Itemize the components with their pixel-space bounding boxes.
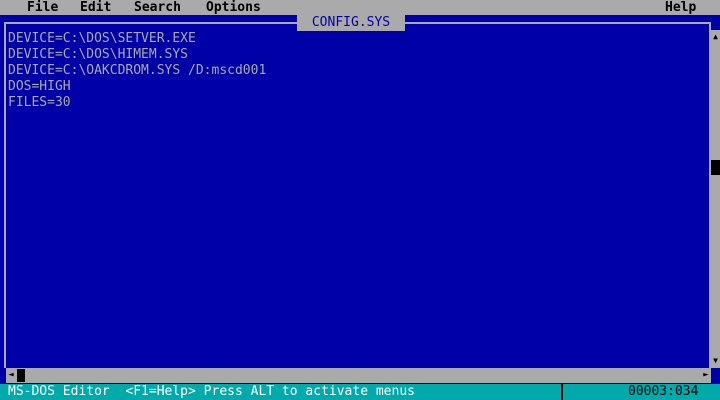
horizontal-scroll-thumb[interactable] bbox=[17, 369, 25, 382]
menu-search[interactable]: Search bbox=[134, 0, 181, 15]
status-divider bbox=[561, 384, 563, 400]
window-title: CONFIG.SYS bbox=[297, 15, 405, 31]
horizontal-scrollbar[interactable]: ◄ ► bbox=[6, 368, 711, 383]
text-line[interactable]: DEVICE=C:\DOS\HIMEM.SYS bbox=[8, 47, 188, 63]
menu-bar: File Edit Search Options Help bbox=[0, 0, 720, 15]
vertical-scrollbar[interactable]: ▲ ▼ bbox=[711, 30, 720, 368]
text-line[interactable]: DEVICE=C:\OAKCDROM.SYS /D:mscd001 bbox=[8, 63, 266, 79]
text-line[interactable]: FILES=30 bbox=[8, 95, 71, 111]
menu-help[interactable]: Help bbox=[665, 0, 696, 15]
cursor-position: 00003:034 bbox=[628, 384, 699, 399]
menu-edit[interactable]: Edit bbox=[80, 0, 111, 15]
arrow-left-icon[interactable]: ◄ bbox=[6, 368, 16, 383]
arrow-down-icon[interactable]: ▼ bbox=[711, 354, 720, 368]
text-line[interactable]: DEVICE=C:\DOS\SETVER.EXE bbox=[8, 31, 196, 47]
menu-file[interactable]: File bbox=[27, 0, 58, 15]
menu-options[interactable]: Options bbox=[206, 0, 261, 15]
status-message: MS-DOS Editor <F1=Help> Press ALT to act… bbox=[8, 384, 415, 399]
arrow-right-icon[interactable]: ► bbox=[701, 368, 711, 383]
vertical-scroll-thumb[interactable] bbox=[711, 160, 720, 175]
text-line[interactable]: DOS=HIGH bbox=[8, 79, 71, 95]
arrow-up-icon[interactable]: ▲ bbox=[711, 30, 720, 44]
status-bar: MS-DOS Editor <F1=Help> Press ALT to act… bbox=[0, 384, 720, 400]
